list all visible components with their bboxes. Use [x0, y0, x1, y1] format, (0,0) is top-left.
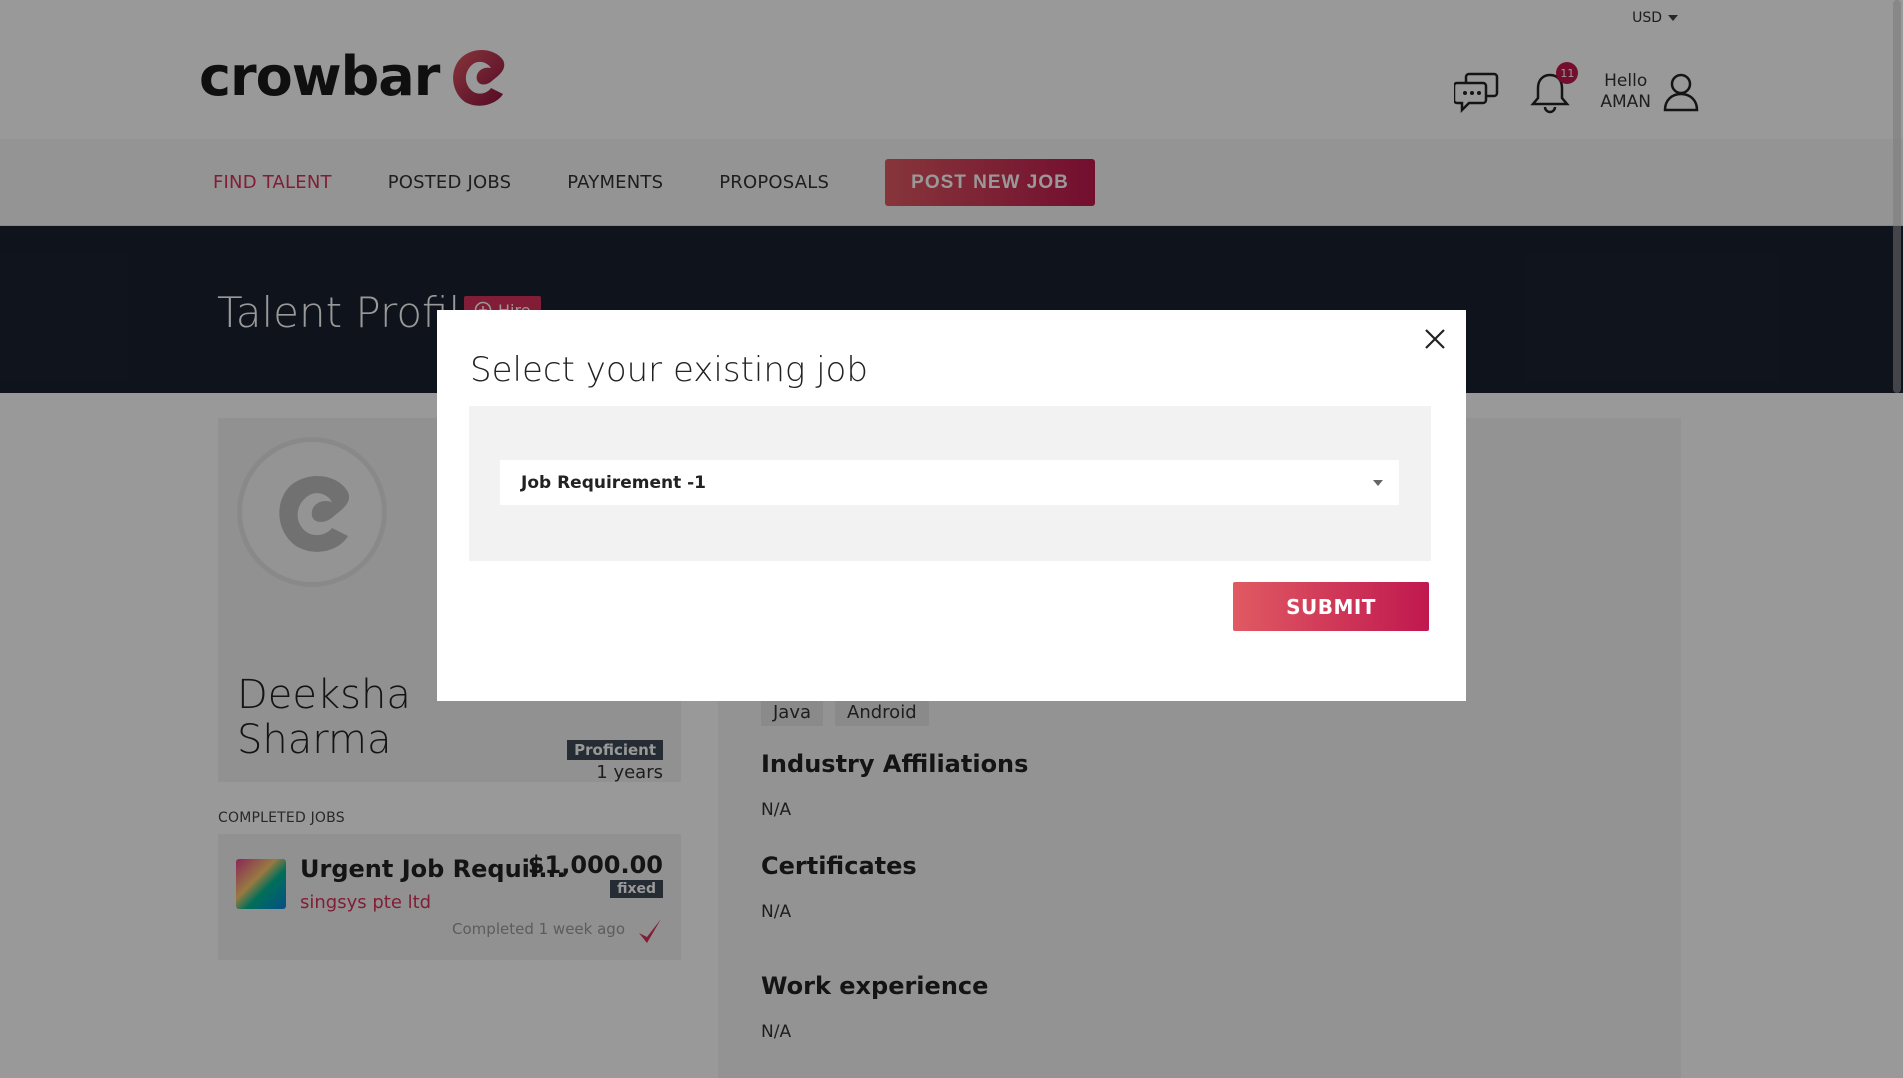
close-button[interactable] [1420, 324, 1450, 354]
scrollbar-thumb[interactable] [1893, 0, 1901, 393]
select-job-modal: Select your existing job Job Requirement… [437, 310, 1466, 701]
submit-button[interactable]: SUBMIT [1233, 582, 1429, 631]
job-select-dropdown[interactable]: Job Requirement -1 [500, 460, 1399, 505]
selected-job-value: Job Requirement -1 [521, 472, 706, 493]
close-icon [1425, 329, 1445, 349]
modal-panel: Job Requirement -1 [469, 406, 1431, 561]
page-scrollbar[interactable] [1891, 0, 1903, 1078]
chevron-down-icon [1373, 480, 1383, 486]
modal-title: Select your existing job [470, 350, 868, 390]
